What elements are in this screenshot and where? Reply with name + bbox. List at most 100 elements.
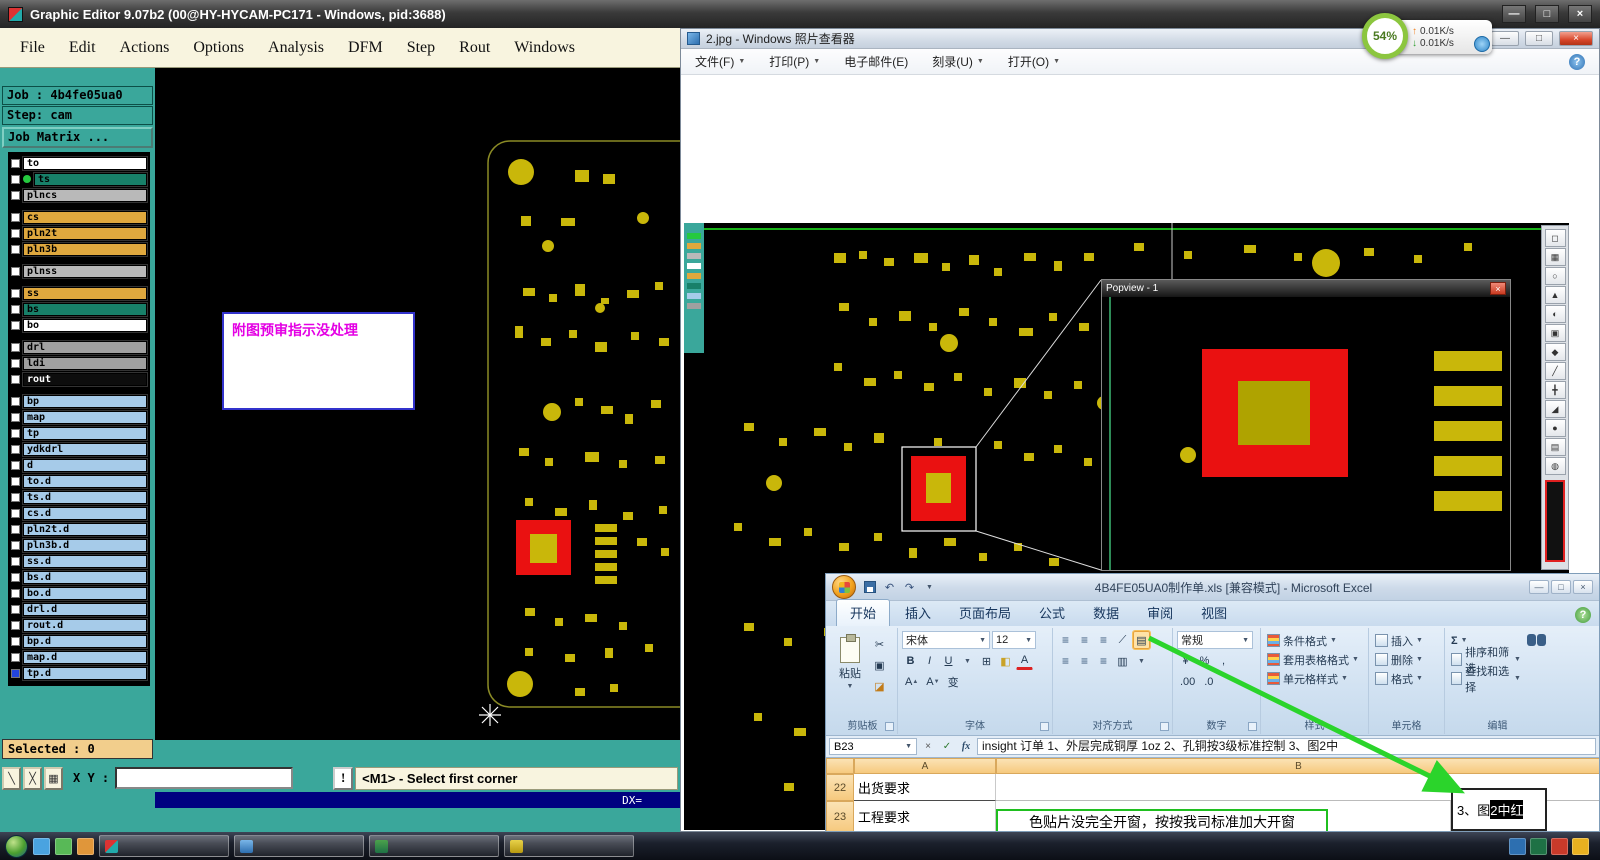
- xy-input[interactable]: [115, 767, 294, 789]
- tray-icon[interactable]: [1551, 837, 1568, 855]
- layer-visibility-checkbox[interactable]: [11, 158, 20, 168]
- layer-row[interactable]: rout: [8, 371, 150, 387]
- layer-visibility-checkbox[interactable]: [11, 396, 20, 406]
- layer-row[interactable]: pln3b.d: [8, 537, 150, 553]
- merge-center-button[interactable]: ▥: [1114, 652, 1131, 670]
- dialog-launcher-icon[interactable]: [1248, 722, 1257, 731]
- boost-icon[interactable]: [1474, 36, 1490, 52]
- layer-row[interactable]: to: [8, 155, 150, 171]
- layer-name[interactable]: rout.d: [22, 617, 148, 633]
- layer-visibility-checkbox[interactable]: [11, 212, 20, 222]
- layer-row[interactable]: tp: [8, 425, 150, 441]
- layer-row[interactable]: pln3b: [8, 241, 150, 257]
- underline-button[interactable]: U: [940, 652, 957, 670]
- layer-row[interactable]: ldi: [8, 355, 150, 371]
- row-header-22[interactable]: 22: [826, 774, 854, 801]
- cancel-entry-icon[interactable]: ×: [920, 739, 936, 755]
- layer-name[interactable]: pln2t: [22, 225, 148, 241]
- copy-icon[interactable]: ▣: [871, 656, 888, 674]
- redo-icon[interactable]: ↷: [901, 579, 918, 595]
- menu-item[interactable]: Windows: [514, 39, 575, 57]
- menu-item[interactable]: File: [20, 39, 45, 57]
- layer-name[interactable]: ts: [33, 171, 148, 187]
- layer-name[interactable]: to: [22, 155, 148, 171]
- start-button[interactable]: [5, 834, 28, 858]
- align-left-button[interactable]: ≡: [1057, 652, 1074, 670]
- layer-name[interactable]: tp.d: [22, 665, 148, 681]
- tray-icon[interactable]: [1572, 837, 1589, 855]
- taskbar-button-excel[interactable]: [369, 835, 499, 857]
- comma-button[interactable]: ,: [1215, 652, 1232, 670]
- formula-input[interactable]: insight 订单 1、外层完成铜厚 1oz 2、孔铜按3级标准控制 3、图2…: [977, 738, 1596, 755]
- undo-icon[interactable]: ↶: [881, 579, 898, 595]
- column-header-a[interactable]: A: [854, 758, 996, 774]
- dialog-launcher-icon[interactable]: [1160, 722, 1169, 731]
- layer-visibility-checkbox[interactable]: [11, 358, 20, 368]
- layer-visibility-checkbox[interactable]: [11, 190, 20, 200]
- layer-visibility-checkbox[interactable]: [11, 540, 20, 550]
- menu-item[interactable]: 打开(O) ▼: [1008, 53, 1060, 70]
- decrease-decimal-button[interactable]: .0: [1200, 673, 1217, 691]
- close-icon[interactable]: ×: [1490, 282, 1506, 295]
- close-button[interactable]: ×: [1568, 5, 1592, 23]
- menu-item[interactable]: 电子邮件(E)▼: [844, 53, 908, 70]
- qat-dropdown-icon[interactable]: ▼: [921, 579, 938, 595]
- cell-button[interactable]: 插入 ▼: [1373, 631, 1440, 650]
- font-name-select[interactable]: 宋体 ▼: [902, 631, 990, 649]
- merge-dropdown-icon[interactable]: ▼: [1133, 652, 1150, 670]
- layer-name[interactable]: to.d: [22, 473, 148, 489]
- layer-row[interactable]: bp: [8, 393, 150, 409]
- cut-icon[interactable]: ✂: [871, 635, 888, 653]
- select-all-corner[interactable]: [826, 758, 854, 774]
- layer-row[interactable]: ts.d: [8, 489, 150, 505]
- layer-visibility-checkbox[interactable]: [11, 572, 20, 582]
- layer-visibility-checkbox[interactable]: [11, 288, 20, 298]
- align-bottom-button[interactable]: ≡: [1095, 631, 1112, 649]
- underline-dropdown-icon[interactable]: ▼: [959, 652, 976, 670]
- number-format-select[interactable]: 常规 ▼: [1177, 631, 1253, 649]
- layer-row[interactable]: plncs: [8, 187, 150, 203]
- layer-row[interactable]: bs: [8, 301, 150, 317]
- layer-row[interactable]: cs: [8, 209, 150, 225]
- menu-item[interactable]: Rout: [459, 39, 490, 57]
- minimize-button[interactable]: —: [1529, 580, 1549, 594]
- layer-visibility-checkbox[interactable]: [11, 444, 20, 454]
- tray-icon[interactable]: [1530, 837, 1547, 855]
- align-middle-button[interactable]: ≡: [1076, 631, 1093, 649]
- name-box[interactable]: B23 ▼: [829, 738, 917, 755]
- border-button[interactable]: ⊞: [978, 652, 995, 670]
- layer-row[interactable]: bp.d: [8, 633, 150, 649]
- layer-row[interactable]: bs.d: [8, 569, 150, 585]
- layer-name[interactable]: cs: [22, 209, 148, 225]
- taskbar-button-graphic-editor[interactable]: [99, 835, 229, 857]
- format-painter-icon[interactable]: ◪: [871, 677, 888, 695]
- editor-tool-icon[interactable]: ╲: [2, 766, 21, 790]
- ribbon-tab[interactable]: 开始: [836, 599, 891, 626]
- maximize-button[interactable]: □: [1525, 31, 1553, 46]
- menu-item[interactable]: Analysis: [268, 39, 324, 57]
- menu-item[interactable]: Step: [407, 39, 435, 57]
- minimize-button[interactable]: —: [1502, 5, 1526, 23]
- layer-row[interactable]: drl.d: [8, 601, 150, 617]
- layer-name[interactable]: plncs: [22, 187, 148, 203]
- layer-row[interactable]: drl: [8, 339, 150, 355]
- memory-usage-gauge[interactable]: 54%: [1362, 13, 1408, 59]
- layer-name[interactable]: bs: [22, 301, 148, 317]
- italic-button[interactable]: I: [921, 652, 938, 670]
- layer-name[interactable]: ss: [22, 285, 148, 301]
- close-button[interactable]: ×: [1573, 580, 1593, 594]
- layer-row[interactable]: tp.d: [8, 665, 150, 681]
- orientation-button[interactable]: ⟋: [1114, 631, 1131, 649]
- cell-b23-overflow[interactable]: 3、图 2中红: [1451, 788, 1547, 831]
- layer-row[interactable]: map: [8, 409, 150, 425]
- layer-row[interactable]: pln2t.d: [8, 521, 150, 537]
- layer-name[interactable]: rout: [22, 371, 148, 387]
- taskbar-button-photo-viewer[interactable]: [234, 835, 364, 857]
- ribbon-tab[interactable]: 数据: [1080, 600, 1132, 626]
- layer-name[interactable]: ydkdrl: [22, 441, 148, 457]
- menu-item[interactable]: 打印(P) ▼: [769, 53, 820, 70]
- font-size-select[interactable]: 12 ▼: [992, 631, 1036, 649]
- wrap-text-button[interactable]: ▤: [1132, 630, 1151, 650]
- menu-item[interactable]: Edit: [69, 39, 96, 57]
- layer-visibility-checkbox[interactable]: [11, 374, 20, 384]
